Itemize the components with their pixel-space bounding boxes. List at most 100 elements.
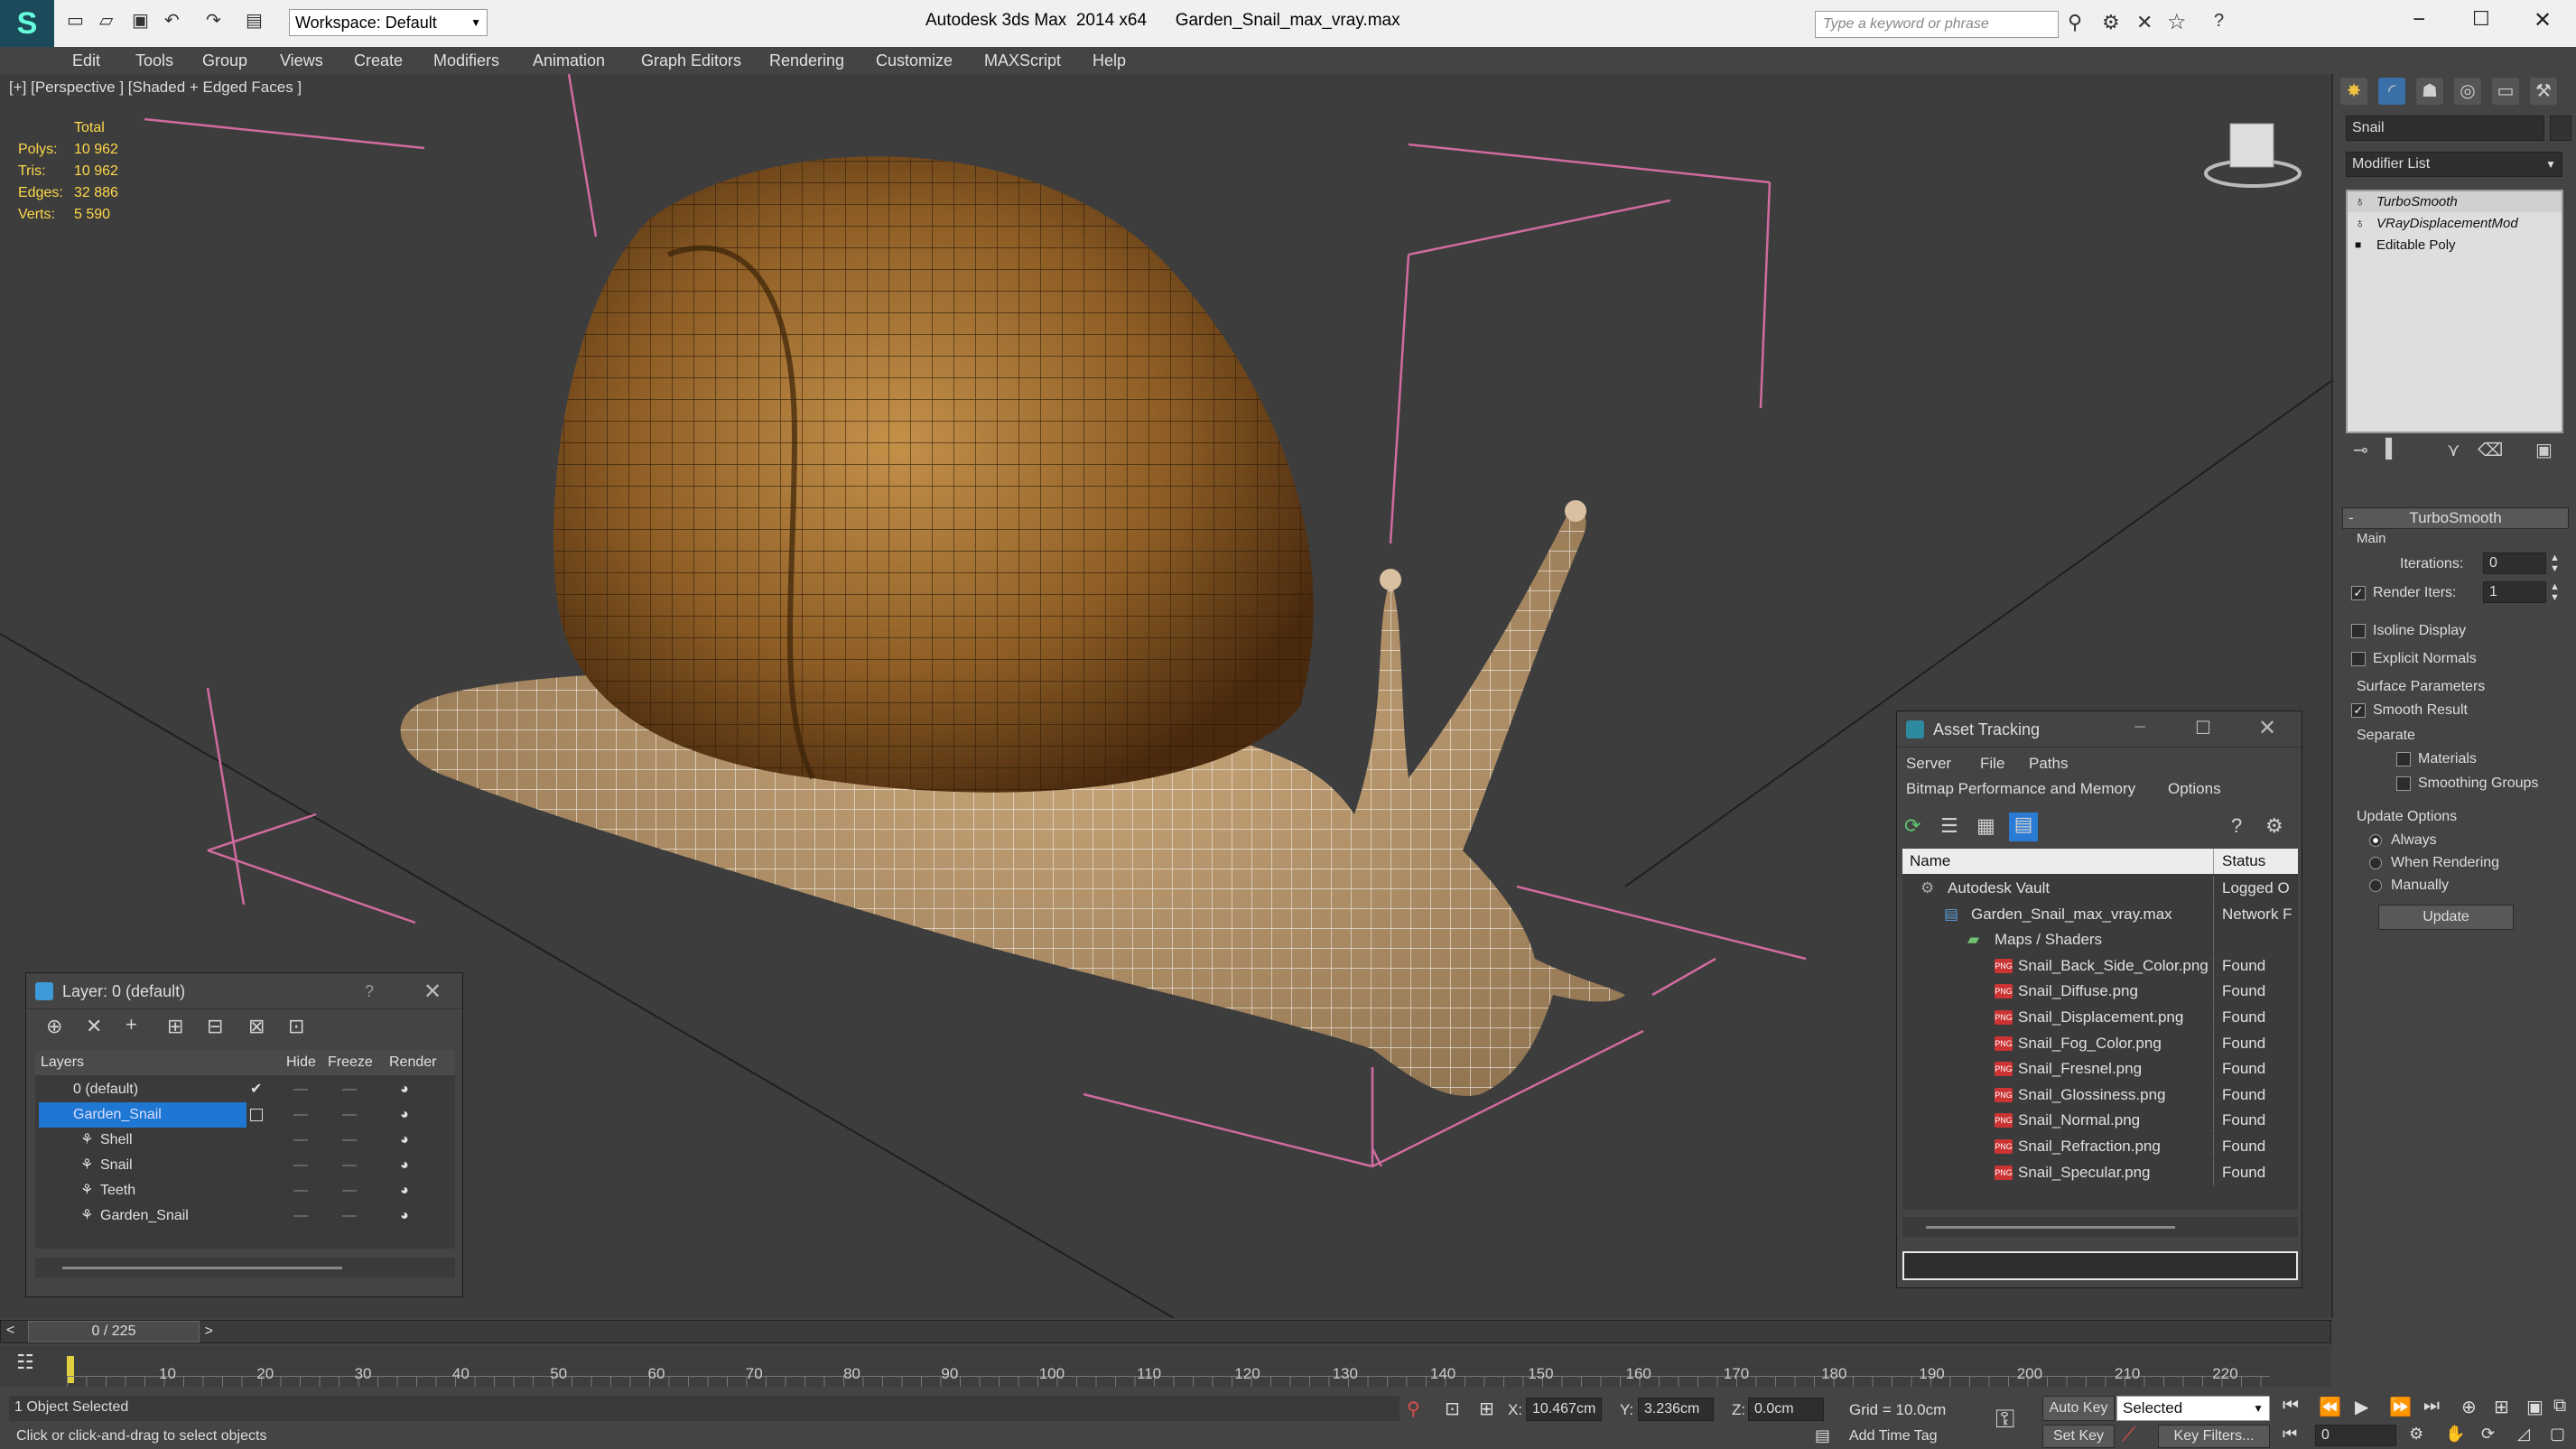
isoline-checkbox[interactable] <box>2351 623 2366 638</box>
asset-row[interactable]: PNG Snail_Back_Side_Color.png Found <box>1902 952 2298 979</box>
hide-toggle[interactable]: — <box>293 1077 308 1102</box>
key-icon[interactable]: ⚿ <box>1995 1405 2014 1435</box>
remove-modifier-icon[interactable]: ⌫ <box>2478 439 2503 461</box>
search-input[interactable]: Type a keyword or phrase <box>1815 11 2059 38</box>
mini-curve-editor-icon[interactable]: ☷ <box>16 1351 34 1374</box>
render-teapot-icon[interactable]: ◕ <box>400 1153 409 1178</box>
render-iters-checkbox[interactable]: ✓ <box>2351 585 2366 600</box>
render-teapot-icon[interactable]: ◕ <box>400 1077 409 1102</box>
render-teapot-icon[interactable]: ◕ <box>400 1178 409 1203</box>
freeze-toggle[interactable]: — <box>342 1178 357 1203</box>
asset-row[interactable]: PNG Snail_Specular.png Found <box>1902 1159 2298 1185</box>
app-logo[interactable]: S <box>0 0 54 47</box>
configure-sets-icon[interactable]: ▣ <box>2535 439 2553 461</box>
close-icon[interactable]: ✕ <box>423 979 442 1005</box>
set-key-icon[interactable]: ⟋ <box>2122 1423 2135 1446</box>
stack-item-turbosmooth[interactable]: ♁ TurboSmooth <box>2348 191 2562 212</box>
maximize-viewport-icon[interactable]: ⧉ <box>2553 1396 2566 1416</box>
layer-horizontal-scrollbar[interactable] <box>35 1258 455 1277</box>
list-view-icon[interactable]: ☰ <box>1940 814 1958 838</box>
object-color-swatch[interactable] <box>2550 116 2571 141</box>
column-header-hide[interactable]: Hide <box>286 1050 316 1075</box>
column-header-freeze[interactable]: Freeze <box>328 1050 373 1075</box>
freeze-toggle[interactable]: — <box>342 1128 357 1153</box>
always-radio[interactable] <box>2369 833 2382 847</box>
delete-layer-icon[interactable]: ✕ <box>86 1015 102 1038</box>
menu-server[interactable]: Server <box>1906 755 1951 773</box>
set-current-layer-icon[interactable]: ⊠ <box>248 1015 265 1038</box>
asset-row[interactable]: PNG Snail_Fresnel.png Found <box>1902 1056 2298 1082</box>
close-icon[interactable]: ✕ <box>2258 715 2276 741</box>
add-to-layer-icon[interactable]: + <box>126 1013 137 1036</box>
asset-row[interactable]: PNG Snail_Fog_Color.png Found <box>1902 1030 2298 1056</box>
refresh-icon[interactable]: ⟳ <box>1904 814 1920 838</box>
make-unique-icon[interactable]: ⋎ <box>2447 439 2460 461</box>
redo-icon[interactable]: ↷ <box>206 9 221 32</box>
help-icon[interactable]: ? <box>2231 814 2242 838</box>
menu-customize[interactable]: Customize <box>876 51 953 70</box>
project-folder-icon[interactable]: ▤ <box>246 9 263 32</box>
update-button[interactable]: Update <box>2378 905 2514 930</box>
layer-row[interactable]: Garden_Snail — — ◕ <box>35 1102 455 1128</box>
menu-tools[interactable]: Tools <box>135 51 173 70</box>
asset-row[interactable]: PNG Snail_Displacement.png Found <box>1902 1005 2298 1030</box>
modifier-list-dropdown[interactable]: Modifier List ▼ <box>2346 152 2562 177</box>
new-file-icon[interactable]: ▭ <box>67 9 84 32</box>
menu-group[interactable]: Group <box>202 51 247 70</box>
table-view-icon[interactable]: ▤ <box>2009 813 2038 841</box>
asset-row[interactable]: ▤ Garden_Snail_max_vray.max Network F <box>1902 901 2298 927</box>
auto-key-button[interactable]: Auto Key <box>2042 1396 2115 1421</box>
open-file-icon[interactable]: ▱ <box>99 9 113 32</box>
expand-icon[interactable]: ■ <box>2355 235 2361 255</box>
menu-options[interactable]: Options <box>2168 780 2221 798</box>
stack-item-vraydisplacement[interactable]: ♁ VRayDisplacementMod <box>2348 213 2562 234</box>
modify-tab-icon[interactable]: ◜ <box>2378 78 2405 105</box>
smoothing-groups-checkbox[interactable] <box>2396 776 2411 791</box>
next-frame-icon[interactable]: ⏩ <box>2389 1396 2412 1418</box>
spinner-arrows-icon[interactable]: ▲ ▼ <box>2550 553 2560 574</box>
rollout-header-turbosmooth[interactable]: - TurboSmooth <box>2342 507 2569 529</box>
new-layer-icon[interactable]: ⊕ <box>46 1015 62 1038</box>
menu-paths[interactable]: Paths <box>2029 755 2068 773</box>
isolate-selection-icon[interactable]: ⚲ <box>1407 1398 1420 1420</box>
bulb-icon[interactable]: ♁ <box>2355 213 2365 234</box>
zoom-extents-icon[interactable]: ▣ <box>2526 1396 2543 1418</box>
layer-window-title-bar[interactable]: Layer: 0 (default) ? ✕ <box>26 973 462 1009</box>
asset-path-field[interactable] <box>1902 1251 2298 1280</box>
menu-graph-editors[interactable]: Graph Editors <box>641 51 741 70</box>
thumbnail-view-icon[interactable]: ▦ <box>1976 814 1995 838</box>
menu-edit[interactable]: Edit <box>72 51 100 70</box>
manually-radio[interactable] <box>2369 878 2382 892</box>
create-tab-icon[interactable]: ✸ <box>2340 78 2367 105</box>
smooth-result-checkbox[interactable]: ✓ <box>2351 702 2366 718</box>
menu-create[interactable]: Create <box>354 51 403 70</box>
help-icon[interactable]: ? <box>2214 11 2224 32</box>
set-key-button[interactable]: Set Key <box>2042 1425 2115 1448</box>
undo-icon[interactable]: ↶ <box>164 9 180 32</box>
render-teapot-icon[interactable]: ◕ <box>400 1203 409 1229</box>
column-header-render[interactable]: Render <box>389 1050 436 1075</box>
when-rendering-radio[interactable] <box>2369 856 2382 869</box>
hide-all-icon[interactable]: ⊡ <box>288 1015 304 1038</box>
iterations-spinner[interactable]: 0 <box>2483 553 2546 574</box>
column-header-status[interactable]: Status <box>2222 849 2265 874</box>
freeze-toggle[interactable]: — <box>342 1102 357 1128</box>
previous-frame-icon[interactable]: ⏪ <box>2319 1396 2341 1418</box>
maximize-icon[interactable]: ☐ <box>2195 717 2211 739</box>
menu-bitmap-performance[interactable]: Bitmap Performance and Memory <box>1906 780 2135 798</box>
hide-toggle[interactable]: — <box>293 1128 308 1153</box>
column-header-name[interactable]: Name <box>1910 849 1950 874</box>
menu-maxscript[interactable]: MAXScript <box>984 51 1061 70</box>
viewcube-icon[interactable] <box>2204 123 2302 188</box>
asset-row[interactable]: PNG Snail_Refraction.png Found <box>1902 1134 2298 1159</box>
absolute-mode-icon[interactable]: ⊞ <box>1479 1398 1494 1420</box>
binoculars-icon[interactable]: ⚲ <box>2068 11 2082 34</box>
y-coordinate-field[interactable]: 3.236cm <box>1638 1398 1714 1421</box>
spinner-arrows-icon[interactable]: ▲ ▼ <box>2550 581 2560 603</box>
go-to-start-icon[interactable]: ⏮ <box>2283 1396 2299 1416</box>
render-iters-spinner[interactable]: 1 <box>2483 581 2546 603</box>
menu-help[interactable]: Help <box>1093 51 1126 70</box>
settings-icon[interactable]: ⚙ <box>2265 814 2283 838</box>
bulb-icon[interactable]: ♁ <box>2355 191 2365 212</box>
layer-row[interactable]: ⚘ Teeth — — ◕ <box>35 1178 455 1203</box>
